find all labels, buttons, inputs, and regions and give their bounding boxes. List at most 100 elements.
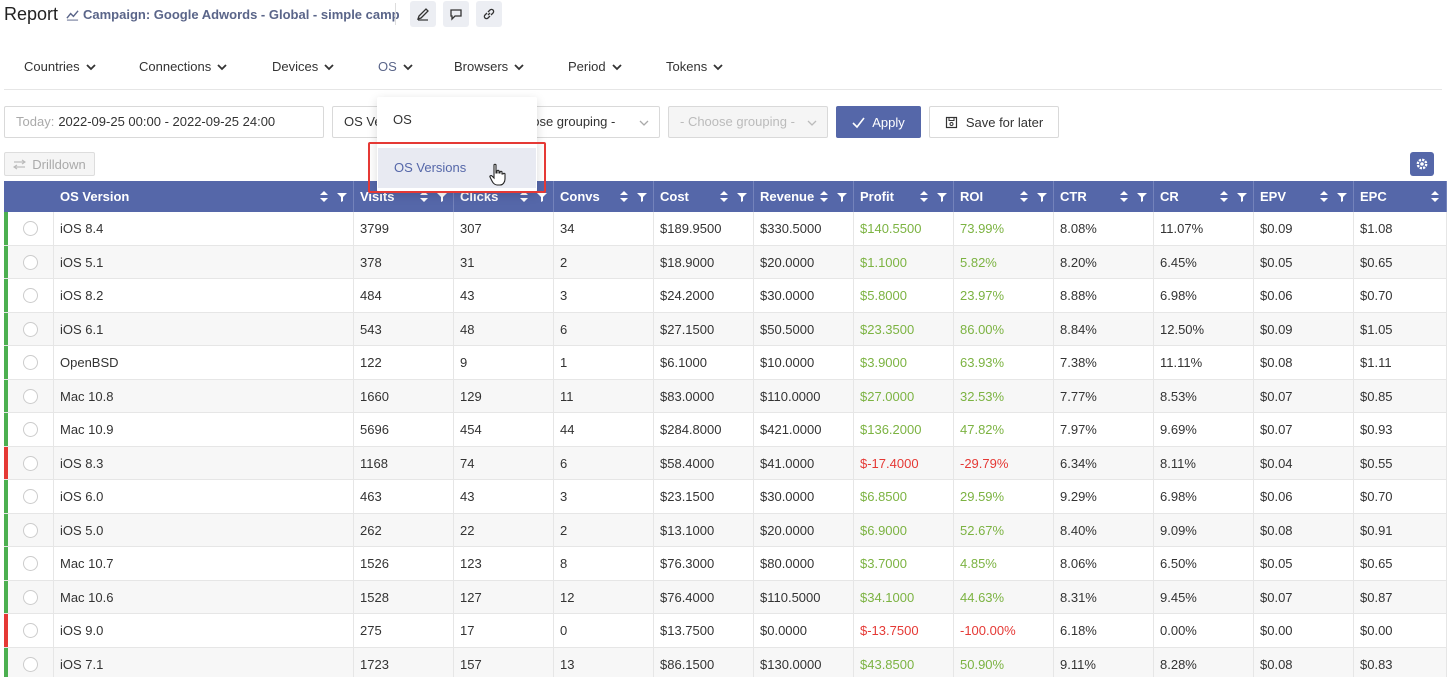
table-row[interactable]: Mac 10.7 1526 123 8 $76.3000 $80.0000 $3.7000 4… [4, 547, 1447, 581]
cell-os-version: iOS 6.1 [54, 312, 354, 345]
column-header-convs[interactable]: Convs [554, 181, 654, 212]
date-range-picker[interactable]: Today: 2022-09-25 00:00 - 2022-09-25 24:0… [4, 106, 324, 138]
cell-convs: 2 [554, 245, 654, 278]
sort-icon[interactable] [819, 190, 829, 203]
cell-revenue: $421.0000 [754, 413, 854, 446]
filter-icon[interactable] [337, 190, 347, 203]
column-header-cr[interactable]: CR [1154, 181, 1254, 212]
cell-clicks: 43 [454, 480, 554, 513]
row-select-radio[interactable] [23, 422, 38, 437]
grouping-select-3[interactable]: - Choose grouping - [668, 106, 828, 138]
apply-button[interactable]: Apply [836, 106, 921, 138]
filter-icon[interactable] [937, 190, 947, 203]
cell-epv: $0.00 [1254, 614, 1354, 647]
sort-icon[interactable] [1119, 190, 1129, 203]
table-row[interactable]: Mac 10.6 1528 127 12 $76.4000 $110.5000 $34.10… [4, 580, 1447, 614]
drilldown-button[interactable]: Drilldown [4, 152, 95, 176]
table-row[interactable]: iOS 7.1 1723 157 13 $86.1500 $130.0000 $43.850… [4, 647, 1447, 677]
row-select-radio[interactable] [23, 623, 38, 638]
tab-countries[interactable]: Countries [24, 59, 96, 74]
tab-connections[interactable]: Connections [139, 59, 227, 74]
cell-profit: $6.9000 [854, 513, 954, 546]
sort-icon[interactable] [619, 190, 629, 203]
tab-browsers[interactable]: Browsers [454, 59, 524, 74]
cell-revenue: $330.5000 [754, 212, 854, 245]
filter-icon[interactable] [837, 190, 847, 203]
sort-icon[interactable] [1219, 190, 1229, 203]
comment-icon [450, 9, 462, 21]
column-header-epv[interactable]: EPV [1254, 181, 1354, 212]
filter-icon[interactable] [637, 190, 647, 203]
column-header-ctr[interactable]: CTR [1054, 181, 1154, 212]
filter-icon[interactable] [1337, 190, 1347, 203]
cell-visits: 484 [354, 279, 454, 312]
campaign-link[interactable]: Campaign: Google Adwords - Global - simp… [66, 7, 400, 22]
row-select-radio[interactable] [23, 522, 38, 538]
row-select-radio[interactable] [23, 388, 38, 404]
dropdown-item-os[interactable]: OS [377, 100, 537, 140]
cell-cost: $6.1000 [654, 346, 754, 379]
cell-visits: 1168 [354, 446, 454, 479]
sort-icon[interactable] [1019, 190, 1029, 203]
row-select-radio[interactable] [23, 556, 38, 571]
link-button[interactable] [476, 1, 502, 27]
tab-period[interactable]: Period [568, 59, 622, 74]
sort-icon[interactable] [719, 190, 729, 203]
row-select-radio[interactable] [23, 355, 38, 370]
table-row[interactable]: Mac 10.9 5696 454 44 $284.8000 $421.0000 $136.… [4, 413, 1447, 447]
save-for-later-button[interactable]: Save for later [929, 106, 1059, 138]
status-indicator [4, 413, 8, 446]
cell-revenue: $110.5000 [754, 580, 854, 613]
cell-ctr: 8.08% [1054, 212, 1154, 245]
table-row[interactable]: iOS 8.4 3799 307 34 $189.9500 $330.5000 $140.5… [4, 212, 1447, 246]
sort-icon[interactable] [319, 190, 329, 203]
cell-os-version: Mac 10.7 [54, 547, 354, 580]
row-select-radio[interactable] [23, 321, 38, 337]
column-header-os-version[interactable]: OS Version [54, 181, 354, 212]
table-settings-button[interactable] [1410, 152, 1434, 176]
cell-clicks: 9 [454, 346, 554, 379]
cell-visits: 5696 [354, 413, 454, 446]
row-select-radio[interactable] [23, 221, 38, 236]
sort-icon[interactable] [919, 190, 929, 203]
row-select-radio[interactable] [23, 455, 38, 471]
table-row[interactable]: iOS 8.2 484 43 3 $24.2000 $30.0000 $5.8000 23.9… [4, 279, 1447, 313]
sort-icon[interactable] [1319, 190, 1329, 203]
filter-icon[interactable] [737, 190, 747, 203]
row-select-radio[interactable] [23, 489, 38, 504]
table-row[interactable]: iOS 6.1 543 48 6 $27.1500 $50.5000 $23.3500 86.… [4, 312, 1447, 346]
row-select-radio[interactable] [23, 288, 38, 303]
row-select-radio[interactable] [23, 589, 38, 605]
tab-devices[interactable]: Devices [272, 59, 334, 74]
table-row[interactable]: iOS 8.3 1168 74 6 $58.4000 $41.0000 $-17.4000-… [4, 446, 1447, 480]
filter-icon[interactable] [1037, 190, 1047, 203]
column-header-epc[interactable]: EPC [1354, 181, 1447, 212]
cell-ctr: 6.34% [1054, 446, 1154, 479]
table-row[interactable]: iOS 6.0 463 43 3 $23.1500 $30.0000 $6.8500 29.5… [4, 480, 1447, 514]
row-select-radio[interactable] [23, 254, 38, 270]
table-row[interactable]: iOS 5.1 378 31 2 $18.9000 $20.0000 $1.1000 5.82… [4, 245, 1447, 279]
comment-button[interactable] [443, 1, 469, 27]
table-row[interactable]: OpenBSD 122 9 1 $6.1000 $10.0000 $3.9000 63.93%… [4, 346, 1447, 380]
highlight-box [368, 142, 546, 193]
column-header-cost[interactable]: Cost [654, 181, 754, 212]
sort-icon[interactable] [1430, 190, 1440, 203]
cell-visits: 1723 [354, 647, 454, 677]
tab-os[interactable]: OS [378, 59, 413, 74]
edit-button[interactable] [410, 1, 436, 27]
tab-tokens[interactable]: Tokens [666, 59, 723, 74]
row-select-radio[interactable] [23, 656, 38, 672]
filter-icon[interactable] [1137, 190, 1147, 203]
column-header-roi[interactable]: ROI [954, 181, 1054, 212]
cell-epv: $0.07 [1254, 413, 1354, 446]
header-divider [395, 3, 396, 25]
table-row[interactable]: iOS 5.0 262 22 2 $13.1000 $20.0000 $6.9000 52.6… [4, 513, 1447, 547]
column-header-revenue[interactable]: Revenue [754, 181, 854, 212]
table-row[interactable]: iOS 9.0 275 17 0 $13.7500 $0.0000 $-13.7500 -10… [4, 614, 1447, 648]
table-row[interactable]: Mac 10.8 1660 129 11 $83.0000 $110.0000 $27.00… [4, 379, 1447, 413]
cell-roi: 29.59% [954, 480, 1054, 513]
column-header-profit[interactable]: Profit [854, 181, 954, 212]
cell-convs: 6 [554, 446, 654, 479]
filter-icon[interactable] [1237, 190, 1247, 203]
cell-os-version: iOS 8.2 [54, 279, 354, 312]
